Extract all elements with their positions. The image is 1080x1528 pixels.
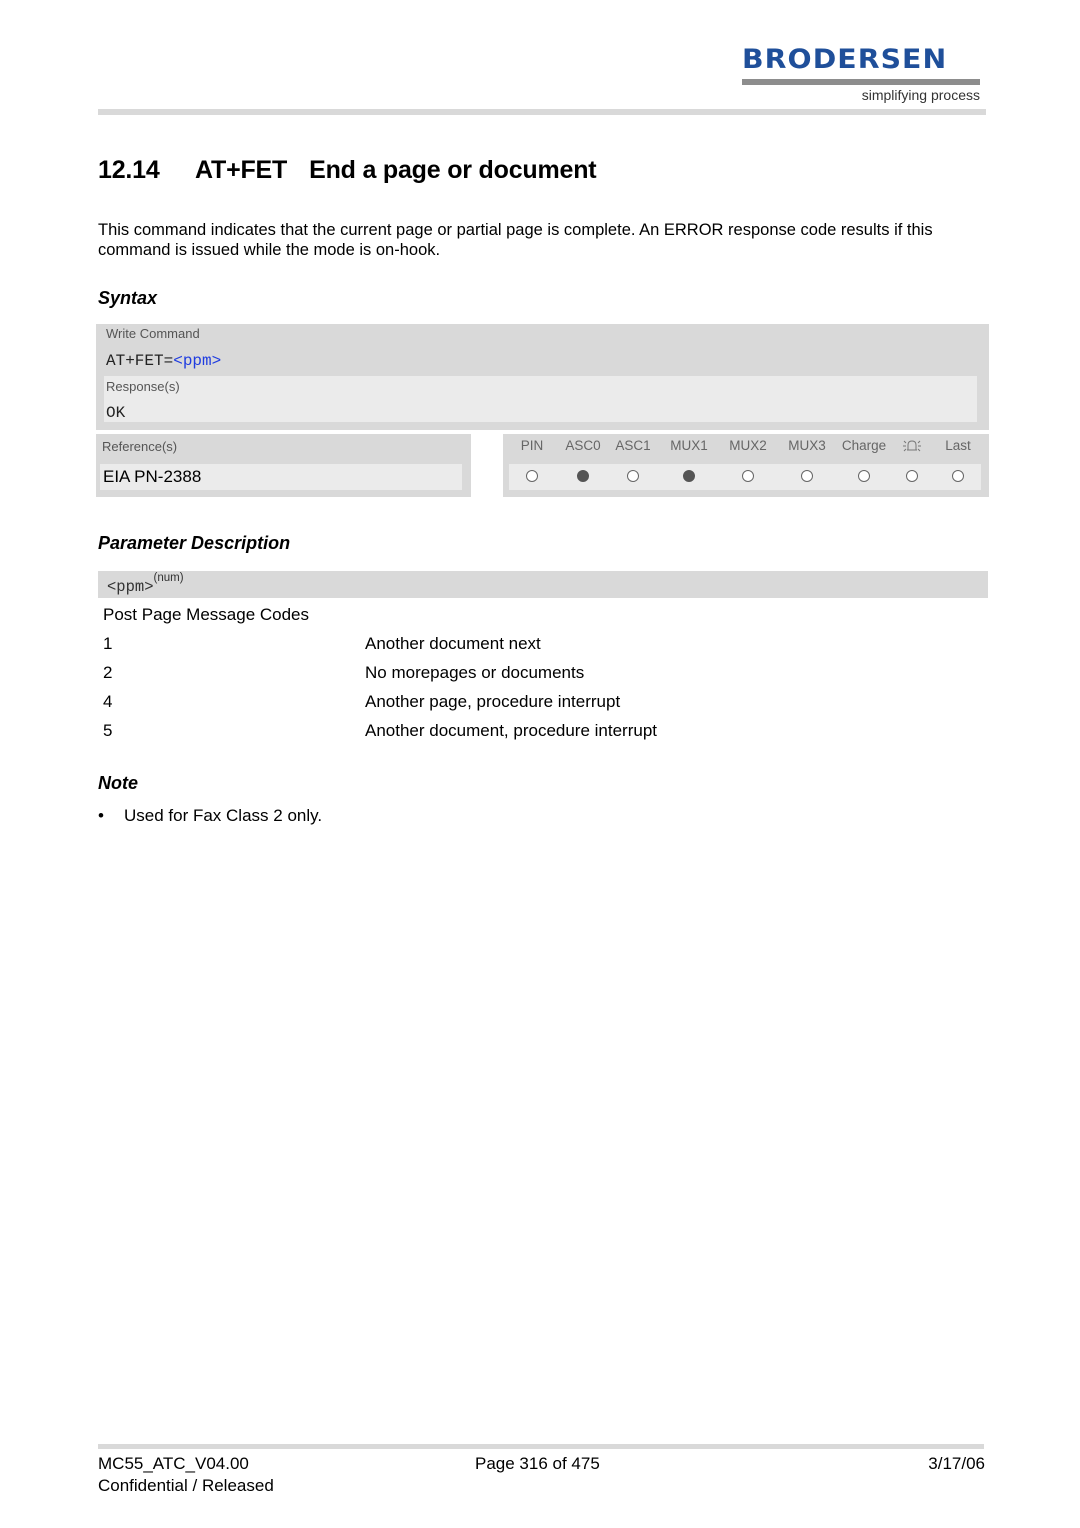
footer-doc-id: MC55_ATC_V04.00 — [98, 1454, 249, 1473]
flag-indicator-asc1 — [627, 470, 639, 482]
parameter-value-description: Another document next — [365, 634, 541, 653]
write-command-label: Write Command — [106, 326, 200, 341]
flag-indicator-mux2 — [742, 470, 754, 482]
logo-wordmark: BRODERSEN — [742, 44, 948, 75]
flag-indicator-urc — [906, 470, 918, 482]
parameter-value-row: 2 No morepages or documents — [103, 663, 803, 685]
flag-indicator-last — [952, 470, 964, 482]
flag-label-asc1: ASC1 — [615, 438, 651, 453]
syntax-box: Write Command AT+FET=<ppm> Response(s) O… — [96, 324, 989, 430]
command-parameter-link[interactable]: <ppm> — [173, 352, 221, 370]
flags-table: PIN ASC0 ASC1 MUX1 MUX2 MUX3 Charge Last — [503, 434, 989, 497]
footer-left: MC55_ATC_V04.00 Confidential / Released — [98, 1453, 274, 1497]
parameter-value-row: 4 Another page, procedure interrupt — [103, 692, 803, 714]
flag-indicator-mux3 — [801, 470, 813, 482]
parameter-value: 1 — [103, 634, 113, 653]
reference-value: EIA PN-2388 — [100, 464, 462, 490]
section-title-text: End a page or document — [309, 156, 597, 184]
parameter-value-row: 5 Another document, procedure interrupt — [103, 721, 803, 743]
flag-label-pin: PIN — [520, 438, 544, 453]
footer-date: 3/17/06 — [928, 1454, 985, 1473]
responses-label: Response(s) — [106, 379, 180, 394]
flag-label-last: Last — [945, 438, 971, 453]
parameter-value-row: 1 Another document next — [103, 634, 803, 656]
note-heading: Note — [98, 773, 138, 793]
section-command: AT+FET — [195, 156, 288, 184]
footer-status: Confidential / Released — [98, 1476, 274, 1495]
flag-label-mux1: MUX1 — [670, 438, 708, 453]
note-text: Used for Fax Class 2 only. — [124, 806, 323, 825]
parameter-name: <ppm>(num) — [107, 572, 184, 597]
flags-header: PIN ASC0 ASC1 MUX1 MUX2 MUX3 Charge Last — [503, 434, 989, 458]
flag-label-asc0: ASC0 — [565, 438, 601, 453]
flag-label-mux2: MUX2 — [729, 438, 767, 453]
section-title: 12.14 AT+FET End a page or document — [98, 156, 597, 185]
footer-divider — [98, 1444, 984, 1449]
bell-icon — [903, 440, 921, 452]
logo-tagline: simplifying process — [861, 87, 980, 103]
flag-label-mux3: MUX3 — [788, 438, 826, 453]
parameter-value: 5 — [103, 721, 113, 740]
parameter-description-heading: Parameter Description — [98, 533, 291, 553]
command-prefix: AT+FET= — [106, 352, 174, 370]
flag-indicator-charge — [858, 470, 870, 482]
footer-page-number: Page 316 of 475 — [475, 1454, 600, 1473]
flag-label-charge: Charge — [841, 438, 887, 453]
brodersen-logo: BRODERSEN simplifying process — [742, 46, 982, 103]
note-item: • Used for Fax Class 2 only. — [98, 806, 322, 826]
write-command: AT+FET=<ppm> — [106, 352, 221, 370]
parameter-value-description: Another document, procedure interrupt — [365, 721, 658, 740]
syntax-heading: Syntax — [98, 288, 158, 308]
parameter-type: (num) — [153, 572, 184, 584]
parameter-value: 2 — [103, 663, 113, 682]
parameter-name-text: <ppm> — [107, 578, 154, 597]
response-value: OK — [106, 404, 126, 422]
flag-indicator-pin — [526, 470, 538, 482]
section-number: 12.14 — [98, 156, 160, 184]
parameter-value: 4 — [103, 692, 113, 711]
header-divider — [98, 109, 986, 115]
parameter-description: Post Page Message Codes — [103, 605, 310, 624]
flag-indicator-mux1 — [683, 470, 695, 482]
intro-paragraph: This command indicates that the current … — [98, 221, 933, 259]
bullet: • — [98, 806, 104, 825]
flags-values — [509, 464, 981, 490]
parameter-value-description: Another page, procedure interrupt — [365, 692, 621, 711]
parameter-header: <ppm>(num) — [98, 571, 988, 598]
references-box: Reference(s) EIA PN-2388 — [96, 434, 471, 497]
logo-bar — [742, 79, 980, 85]
references-label: Reference(s) — [102, 439, 178, 454]
parameter-value-description: No morepages or documents — [365, 663, 585, 682]
response-area: Response(s) OK — [104, 376, 977, 422]
flag-indicator-asc0 — [577, 470, 589, 482]
